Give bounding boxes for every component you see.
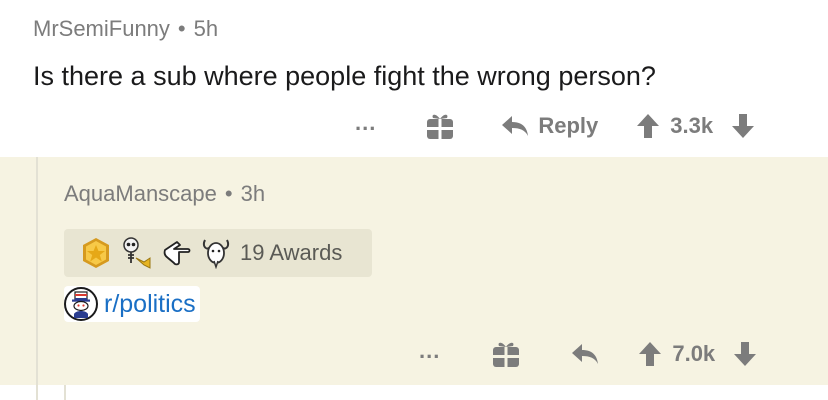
skeleton-trumpet-icon bbox=[120, 236, 154, 270]
reply-author[interactable]: AquaManscape bbox=[64, 181, 217, 206]
goat-icon bbox=[200, 237, 232, 269]
gold-medal-icon bbox=[80, 237, 112, 269]
give-award-icon[interactable] bbox=[492, 340, 520, 368]
flair-text: r/politics bbox=[104, 289, 196, 318]
comment-author[interactable]: MrSemiFunny bbox=[33, 16, 170, 41]
comment-meta: MrSemiFunny • 5h bbox=[33, 16, 218, 42]
upvote-icon[interactable] bbox=[638, 341, 662, 367]
reply-age: 3h bbox=[240, 181, 266, 206]
more-options-button[interactable]: ... bbox=[419, 338, 440, 364]
reply-button[interactable]: Reply bbox=[538, 113, 598, 139]
comment-action-bar: ... Reply 3.3k bbox=[355, 108, 755, 144]
comment-age: 5h bbox=[193, 16, 219, 41]
reply-score: 7.0k bbox=[672, 341, 716, 366]
comment-score: 3.3k bbox=[670, 113, 714, 138]
meta-separator: • bbox=[224, 181, 233, 206]
nested-thread-line[interactable] bbox=[64, 385, 66, 400]
upvote-icon[interactable] bbox=[636, 113, 660, 139]
reply-flair[interactable]: r/politics bbox=[64, 286, 200, 322]
reply-meta: AquaManscape • 3h bbox=[64, 181, 265, 207]
give-award-icon[interactable] bbox=[426, 112, 454, 140]
reply-arrow-icon[interactable] bbox=[500, 114, 530, 138]
thread-line[interactable] bbox=[36, 157, 38, 400]
awards-count: 19 Awards bbox=[240, 240, 343, 265]
meta-separator: • bbox=[177, 16, 186, 41]
reply-action-bar: ... 7.0k bbox=[419, 336, 757, 372]
awards-strip[interactable]: 19 Awards bbox=[64, 229, 372, 277]
more-options-button[interactable]: ... bbox=[355, 110, 376, 136]
uncle-sam-snoo-icon bbox=[64, 287, 98, 321]
pointing-hand-icon bbox=[162, 238, 192, 268]
comment-body: Is there a sub where people fight the wr… bbox=[33, 61, 656, 91]
reply-arrow-icon[interactable] bbox=[570, 342, 600, 366]
downvote-icon[interactable] bbox=[731, 113, 755, 139]
downvote-icon[interactable] bbox=[733, 341, 757, 367]
